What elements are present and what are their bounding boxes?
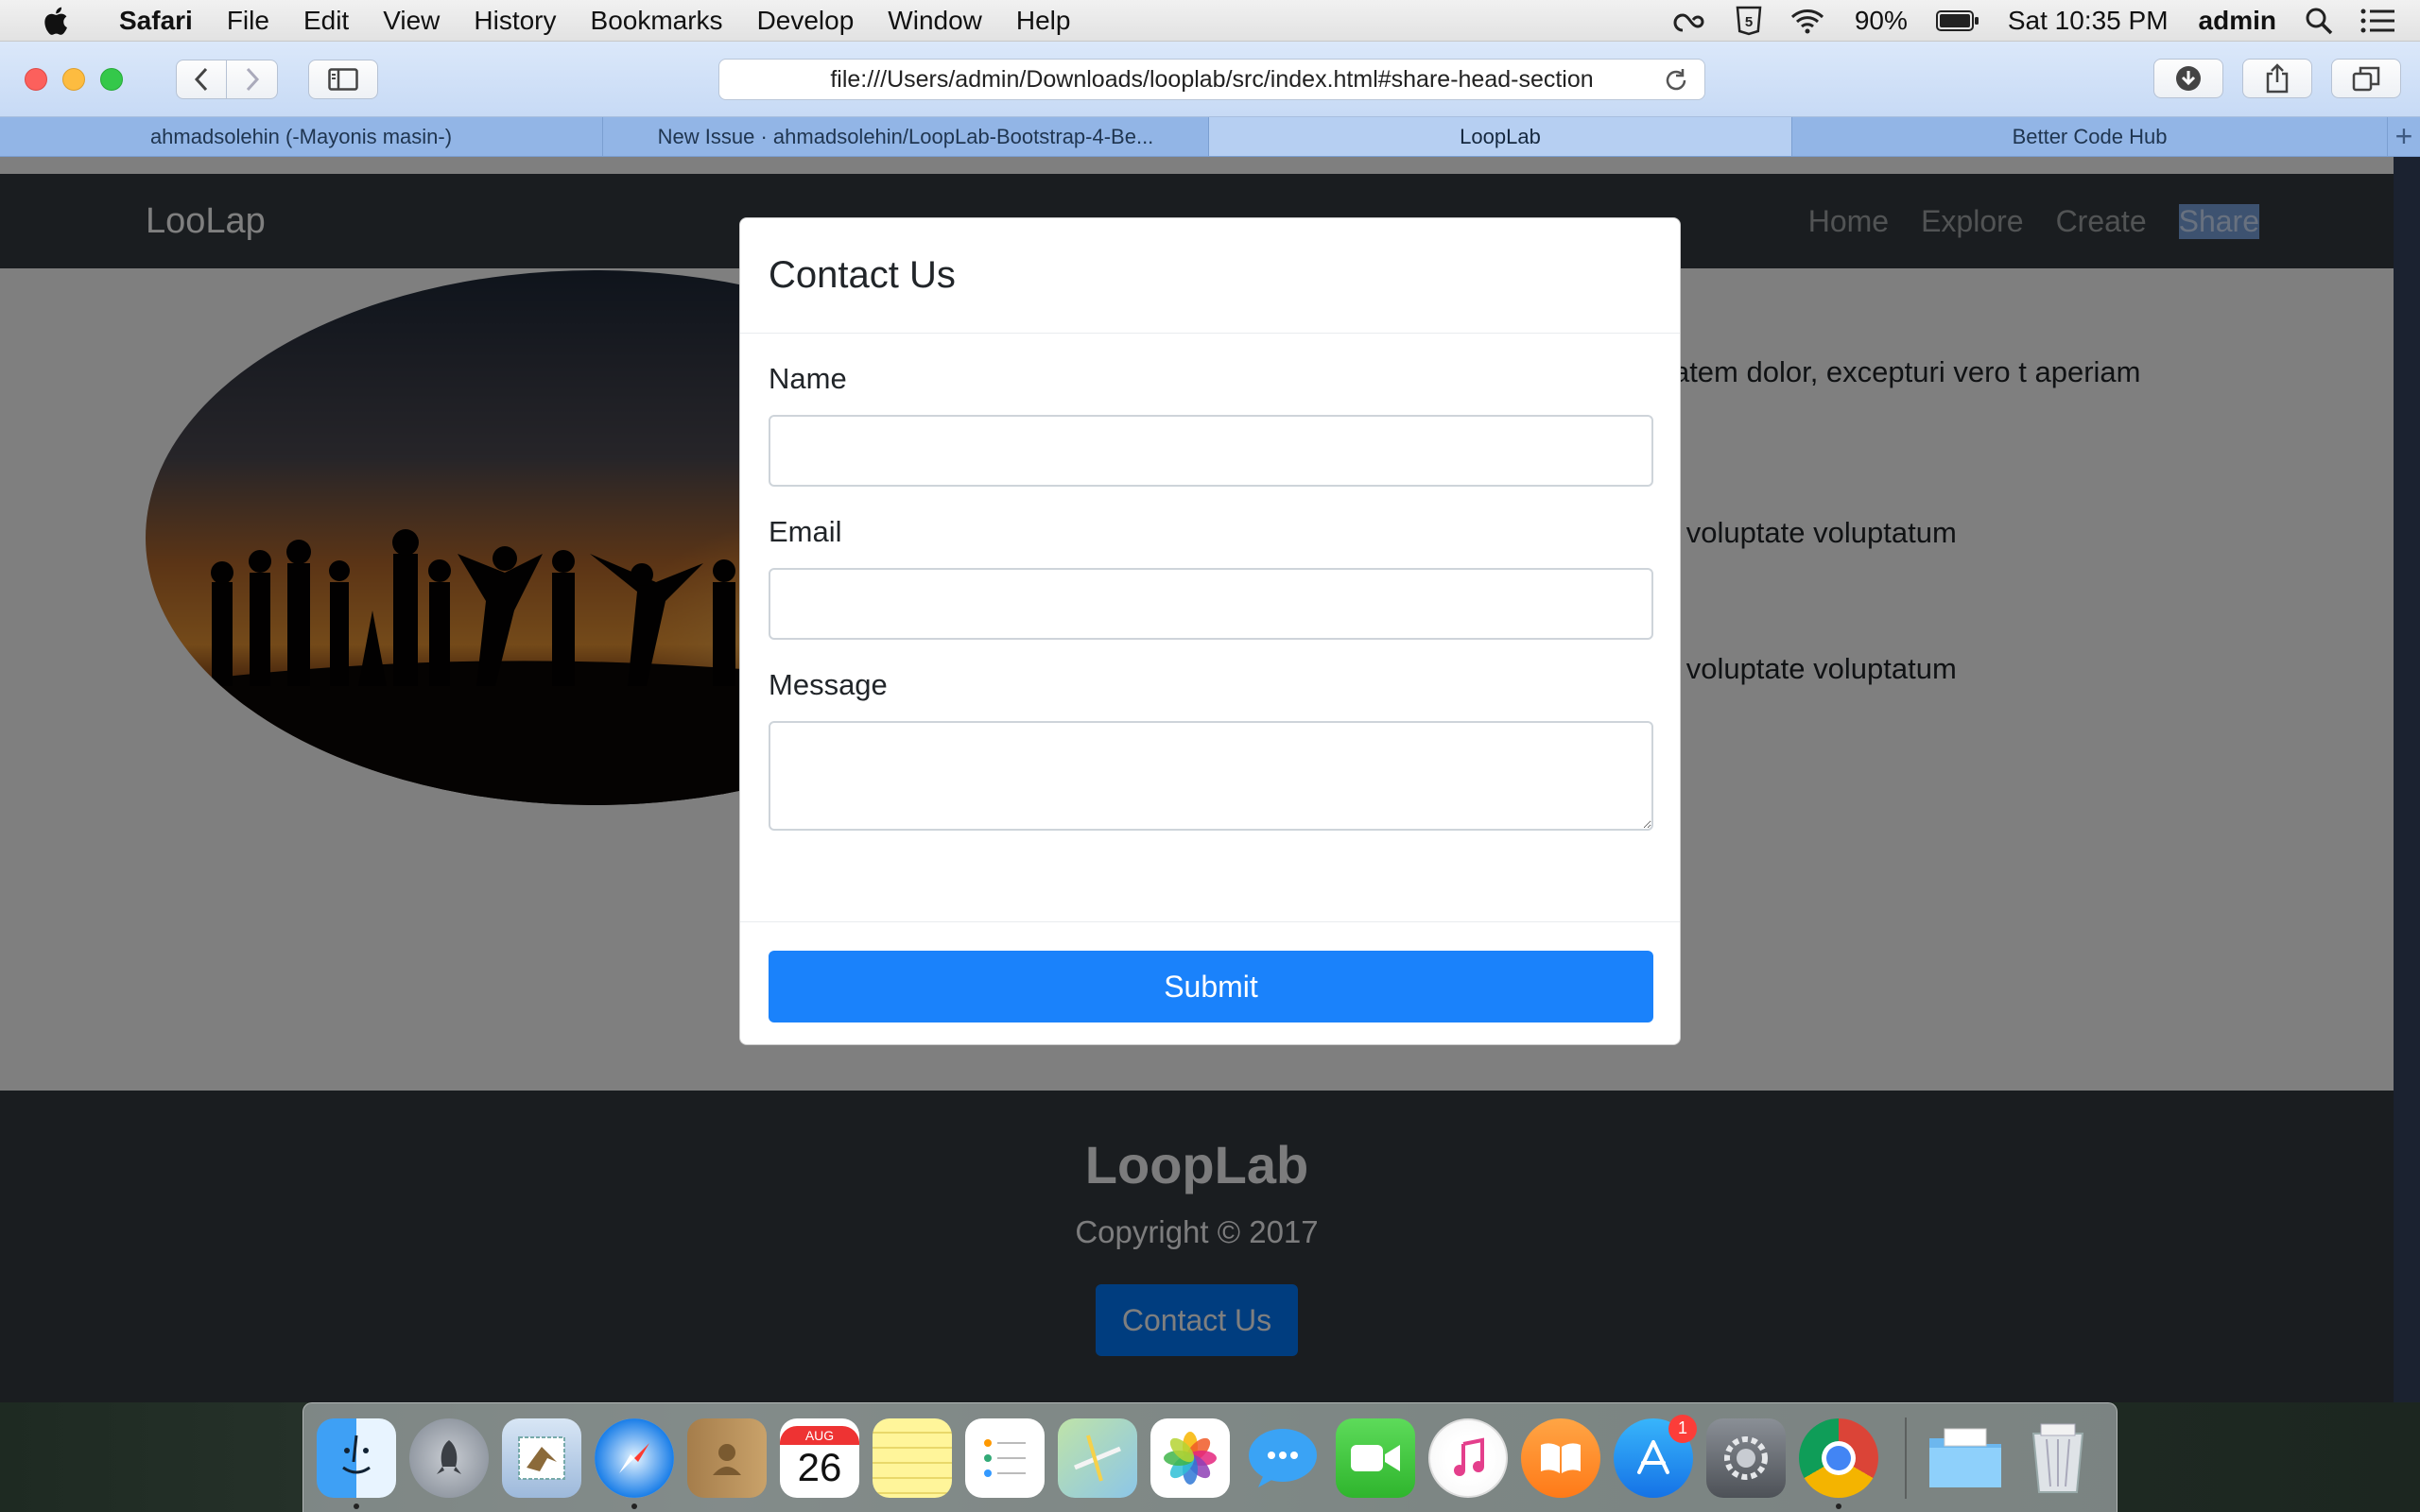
app-store-badge: 1 — [1668, 1414, 1697, 1443]
modal-footer: Submit — [740, 921, 1680, 1051]
tab-looplab[interactable]: LoopLab — [1209, 117, 1792, 156]
menu-bar: Safari File Edit View History Bookmarks … — [0, 0, 2420, 42]
history-nav — [176, 59, 278, 99]
tabs-icon — [2352, 66, 2380, 92]
mail-icon[interactable] — [502, 1418, 581, 1498]
messages-icon[interactable] — [1243, 1418, 1322, 1498]
new-tab-button[interactable]: + — [2388, 117, 2420, 156]
dock: AUG 26 1 — [302, 1402, 2118, 1512]
trash-icon[interactable] — [2018, 1418, 2098, 1498]
message-label: Message — [769, 668, 888, 701]
battery-icon[interactable] — [1935, 9, 1979, 32]
chevron-right-icon — [246, 67, 259, 91]
finder-icon[interactable] — [317, 1418, 396, 1509]
modal-title: Contact Us — [769, 254, 956, 296]
calendar-icon[interactable]: AUG 26 — [780, 1418, 859, 1498]
wifi-icon[interactable] — [1789, 7, 1826, 35]
safari-icon[interactable] — [595, 1418, 674, 1509]
browser-toolbar: file:///Users/admin/Downloads/looplab/sr… — [0, 42, 2420, 117]
photos-icon[interactable] — [1150, 1418, 1230, 1498]
tab-overview-button[interactable] — [2331, 59, 2401, 98]
email-input[interactable] — [769, 568, 1653, 640]
menu-clock[interactable]: Sat 10:35 PM — [2008, 6, 2169, 36]
tab-bar: ahmadsolehin (-Mayonis masin-) New Issue… — [0, 117, 2420, 157]
chevron-left-icon — [194, 67, 208, 91]
reminders-icon[interactable] — [965, 1418, 1045, 1498]
sidebar-toggle-button[interactable] — [308, 59, 378, 99]
running-indicator — [1836, 1503, 1841, 1509]
name-input[interactable] — [769, 415, 1653, 487]
menu-app-safari[interactable]: Safari — [102, 6, 210, 36]
menu-develop[interactable]: Develop — [740, 6, 872, 36]
sidebar-icon — [328, 67, 358, 91]
share-button[interactable] — [2242, 59, 2312, 98]
download-icon — [2176, 66, 2201, 91]
html5-icon[interactable]: 5 — [1736, 6, 1762, 36]
close-window-button[interactable] — [25, 67, 47, 91]
menu-file[interactable]: File — [210, 6, 286, 36]
address-bar-url: file:///Users/admin/Downloads/looplab/sr… — [830, 65, 1594, 93]
notification-center-icon[interactable] — [2360, 8, 2395, 34]
tab-label: New Issue · ahmadsolehin/LoopLab-Bootstr… — [657, 124, 1154, 148]
modal-header: Contact Us — [740, 218, 1680, 334]
maps-icon[interactable] — [1058, 1418, 1137, 1498]
app-store-icon[interactable]: 1 — [1614, 1414, 1697, 1498]
submit-button[interactable]: Submit — [769, 951, 1653, 1022]
chrome-icon[interactable] — [1799, 1418, 1878, 1509]
contact-modal: Contact Us Name Email Message Submit — [739, 217, 1681, 1045]
web-page: LooLap Home Explore Create Share — [0, 157, 2394, 1402]
creative-cloud-icon[interactable] — [1671, 8, 1709, 34]
downloads-folder-icon[interactable] — [1926, 1418, 2005, 1498]
system-preferences-icon[interactable] — [1706, 1418, 1786, 1498]
modal-body: Name Email Message — [740, 334, 1680, 835]
plus-icon: + — [2394, 119, 2413, 153]
message-textarea[interactable] — [769, 721, 1653, 831]
tab-github-profile[interactable]: ahmadsolehin (-Mayonis masin-) — [0, 117, 603, 156]
window-controls — [25, 67, 138, 91]
notes-icon[interactable] — [873, 1418, 952, 1498]
calendar-day: 26 — [797, 1444, 842, 1489]
downloads-button[interactable] — [2153, 59, 2223, 98]
battery-percent: 90% — [1854, 5, 1908, 35]
svg-text:5: 5 — [1745, 14, 1753, 30]
menu-bookmarks[interactable]: Bookmarks — [574, 6, 740, 36]
back-button[interactable] — [176, 59, 227, 99]
dock-separator — [1905, 1417, 1907, 1499]
menu-help[interactable]: Help — [999, 6, 1088, 36]
tab-label: Better Code Hub — [2012, 124, 2168, 148]
facetime-icon[interactable] — [1336, 1418, 1415, 1498]
reload-icon[interactable] — [1663, 67, 1689, 94]
forward-button[interactable] — [227, 59, 278, 99]
tab-new-issue[interactable]: New Issue · ahmadsolehin/LoopLab-Bootstr… — [603, 117, 1209, 156]
spotlight-icon[interactable] — [2305, 7, 2333, 35]
name-label: Name — [769, 362, 847, 395]
tab-label: ahmadsolehin (-Mayonis masin-) — [149, 124, 453, 148]
menu-edit[interactable]: Edit — [286, 6, 366, 36]
running-indicator — [354, 1503, 359, 1509]
share-icon — [2266, 63, 2289, 94]
itunes-icon[interactable] — [1428, 1418, 1508, 1498]
tab-better-code-hub[interactable]: Better Code Hub — [1792, 117, 2388, 156]
ibooks-icon[interactable] — [1521, 1418, 1600, 1498]
launchpad-icon[interactable] — [409, 1418, 489, 1498]
tab-label: LoopLab — [1460, 124, 1541, 148]
zoom-window-button[interactable] — [100, 67, 123, 91]
contacts-icon[interactable] — [687, 1418, 767, 1498]
apple-icon[interactable] — [36, 5, 74, 37]
menu-window[interactable]: Window — [871, 6, 999, 36]
menu-view[interactable]: View — [366, 6, 457, 36]
calendar-month: AUG — [780, 1425, 859, 1445]
page-scrollbar[interactable] — [2394, 157, 2420, 1402]
menu-history[interactable]: History — [457, 6, 573, 36]
minimize-window-button[interactable] — [62, 67, 85, 91]
address-bar[interactable]: file:///Users/admin/Downloads/looplab/sr… — [718, 59, 1705, 100]
running-indicator — [631, 1503, 637, 1509]
menu-user[interactable]: admin — [2199, 6, 2276, 36]
email-label: Email — [769, 515, 842, 548]
